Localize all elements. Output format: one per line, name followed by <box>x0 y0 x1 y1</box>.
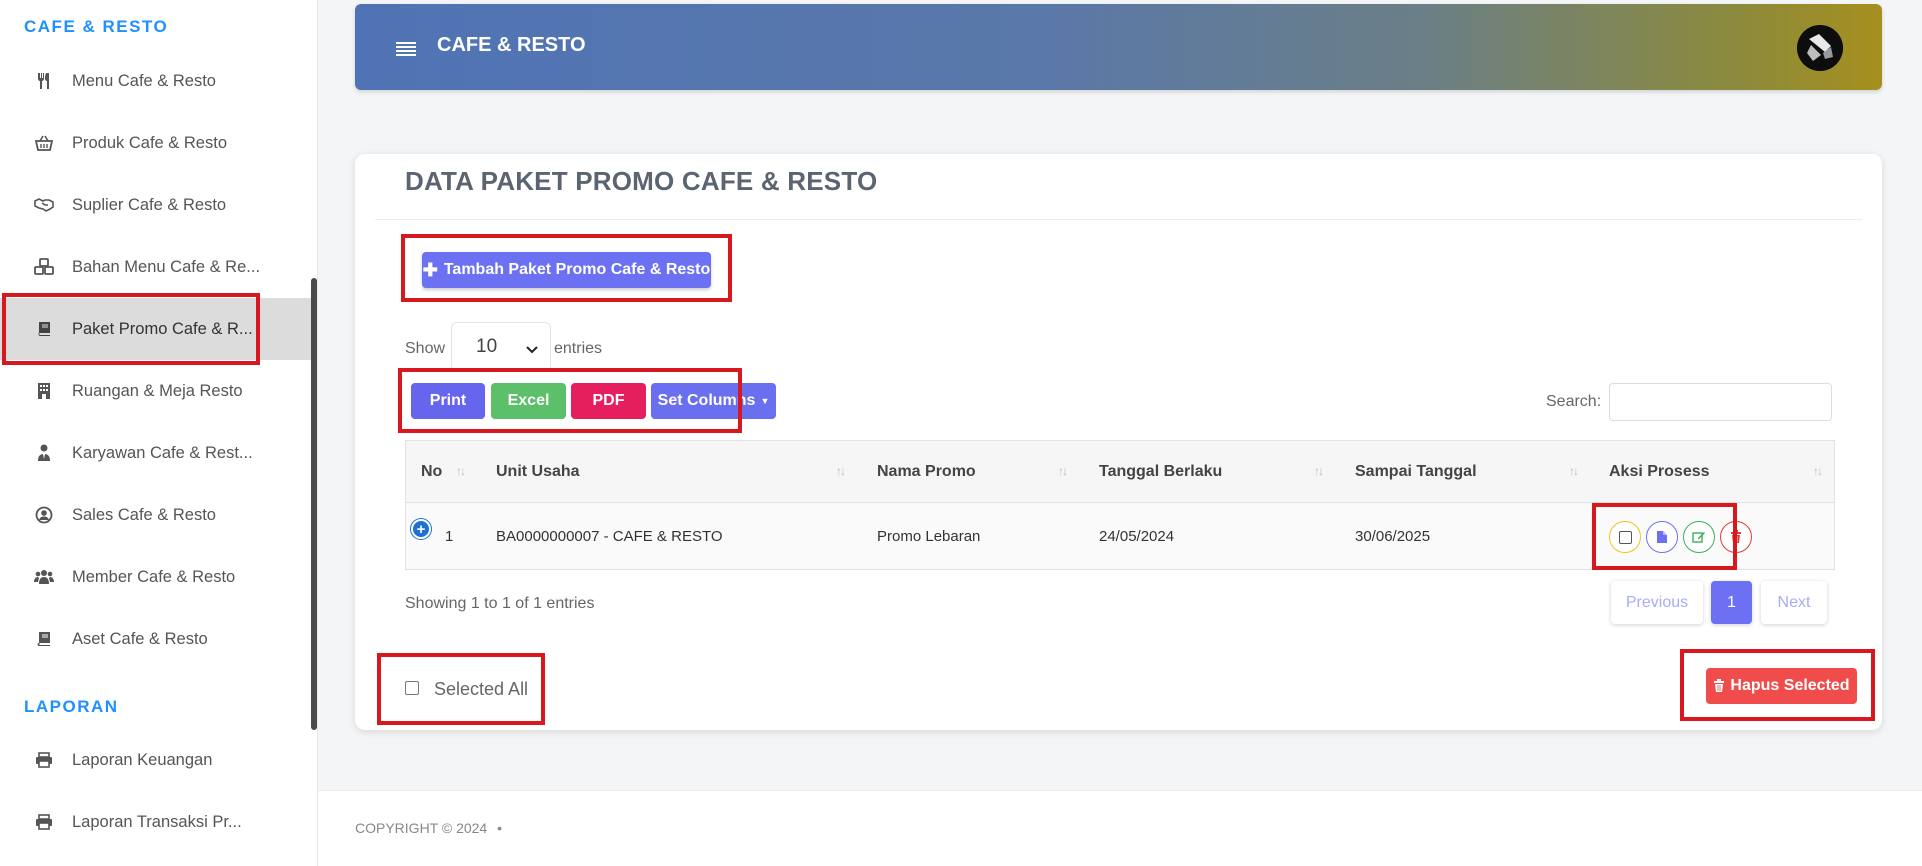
th-no-label: No <box>421 463 443 480</box>
sort-icon: ↑↓ <box>1314 464 1324 478</box>
avatar[interactable] <box>1797 25 1843 71</box>
sidebar-item-label: Aset Cafe & Resto <box>72 629 208 648</box>
th-nama-promo[interactable]: Nama Promo <box>877 441 976 503</box>
th-sampai-tanggal[interactable]: Sampai Tanggal <box>1355 441 1477 503</box>
sidebar-item-label: Suplier Cafe & Resto <box>72 195 227 214</box>
cell-no: 1 <box>445 527 454 545</box>
sort-icon: ↑↓ <box>1813 464 1823 478</box>
sidebar-item-label: Ruangan & Meja Resto <box>72 381 243 400</box>
highlight-box-export <box>398 368 742 433</box>
users-icon <box>34 567 54 587</box>
sidebar-item-suplier[interactable]: Suplier Cafe & Resto <box>0 174 312 236</box>
printer-icon <box>34 812 54 832</box>
search-label: Search: <box>1546 393 1602 410</box>
th-sampai-tanggal-label: Sampai Tanggal <box>1355 463 1477 480</box>
sidebar-item-label: Member Cafe & Resto <box>72 567 236 586</box>
sidebar-section-cafe: CAFE & RESTO <box>24 17 169 36</box>
sidebar-item-produk[interactable]: Produk Cafe & Resto <box>0 112 312 174</box>
sidebar-item-laporan-transaksi[interactable]: Laporan Transaksi Pr... <box>0 791 312 853</box>
th-aksi-prosess[interactable]: Aksi Prosess <box>1609 441 1710 503</box>
sort-icon: ↑↓ <box>1058 464 1068 478</box>
th-no[interactable]: No <box>421 441 442 503</box>
cell-sampai-tanggal: 30/06/2025 <box>1355 527 1431 545</box>
th-nama-promo-label: Nama Promo <box>877 463 976 480</box>
th-aksi-prosess-label: Aksi Prosess <box>1609 463 1710 480</box>
highlight-box-actions <box>1592 503 1737 570</box>
sidebar-scrollbar[interactable] <box>311 278 317 730</box>
highlight-box-add <box>401 234 732 302</box>
utensils-icon <box>34 71 54 91</box>
highlight-box-select-all <box>377 653 545 725</box>
page-title: DATA PAKET PROMO CAFE & RESTO <box>405 166 878 196</box>
building-icon <box>34 381 54 401</box>
header-title: CAFE & RESTO <box>437 34 586 56</box>
sidebar-section-laporan: LAPORAN <box>24 697 119 716</box>
entries-label: entries <box>554 340 603 357</box>
entries-value: 10 <box>476 336 498 357</box>
sidebar-item-aset[interactable]: Aset Cafe & Resto <box>0 608 312 670</box>
show-label: Show <box>405 340 446 357</box>
sidebar-item-label: Karyawan Cafe & Rest... <box>72 443 253 462</box>
main-card: DATA PAKET PROMO CAFE & RESTO ✚ Tambah P… <box>355 154 1882 730</box>
chevron-down-icon <box>526 340 538 362</box>
sort-asc-icon: ↑↓ <box>456 464 466 478</box>
sidebar-item-sales[interactable]: Sales Cafe & Resto <box>0 484 312 546</box>
th-tanggal-berlaku[interactable]: Tanggal Berlaku <box>1099 441 1222 503</box>
table-header: No ↑↓ Unit Usaha ↑↓ Nama Promo ↑↓ Tangga… <box>406 441 1834 503</box>
search-input[interactable] <box>1609 383 1832 421</box>
sidebar-item-label: Laporan Keuangan <box>72 750 213 769</box>
footer-separator: • <box>497 820 503 836</box>
cell-nama-promo: Promo Lebaran <box>877 527 981 545</box>
th-unit-usaha[interactable]: Unit Usaha <box>496 441 580 503</box>
expand-row-icon[interactable]: + <box>411 519 431 539</box>
sidebar-item-bahan[interactable]: Bahan Menu Cafe & Re... <box>0 236 312 298</box>
pagination-page-1[interactable]: 1 <box>1711 581 1752 624</box>
copyright-label: COPYRIGHT © 2024 <box>355 820 488 836</box>
pagination-next[interactable]: Next <box>1761 581 1827 624</box>
top-header: CAFE & RESTO <box>355 4 1882 90</box>
printer-icon <box>34 750 54 770</box>
sidebar-item-label: Sales Cafe & Resto <box>72 505 216 524</box>
caret-down-icon: ▼ <box>760 396 770 406</box>
basket-icon <box>34 133 54 153</box>
sidebar-item-laporan-keuangan[interactable]: Laporan Keuangan <box>0 729 312 791</box>
copyright-text: COPYRIGHT © 2024 • <box>355 820 502 836</box>
pagination-previous[interactable]: Previous <box>1611 581 1703 624</box>
hamburger-menu-icon[interactable] <box>395 40 417 63</box>
th-tanggal-berlaku-label: Tanggal Berlaku <box>1099 463 1223 480</box>
cell-tanggal-berlaku: 24/05/2024 <box>1099 527 1175 545</box>
sidebar-item-karyawan[interactable]: Karyawan Cafe & Rest... <box>0 422 312 484</box>
footer: COPYRIGHT © 2024 • <box>318 790 1922 866</box>
cell-unit-usaha: BA0000000007 - CAFE & RESTO <box>496 527 723 545</box>
th-unit-usaha-label: Unit Usaha <box>496 463 580 480</box>
user-tie-icon <box>34 443 54 463</box>
cubes-icon <box>34 257 54 277</box>
sort-icon: ↑↓ <box>836 464 846 478</box>
highlight-box-sidebar <box>2 293 260 365</box>
sidebar-item-member[interactable]: Member Cafe & Resto <box>0 546 312 608</box>
sort-icon: ↑↓ <box>1569 464 1579 478</box>
highlight-box-hapus <box>1680 649 1875 721</box>
sidebar-item-label: Menu Cafe & Resto <box>72 71 216 90</box>
sidebar-item-label: Produk Cafe & Resto <box>72 133 227 152</box>
user-circle-icon <box>34 505 54 525</box>
sidebar: CAFE & RESTO Menu Cafe & Resto Produk Ca… <box>0 0 318 866</box>
table-info: Showing 1 to 1 of 1 entries <box>405 595 595 612</box>
entries-select[interactable]: 10 <box>451 322 551 372</box>
sidebar-item-label: Bahan Menu Cafe & Re... <box>72 257 261 276</box>
title-divider <box>375 219 1862 220</box>
handshake-icon <box>34 195 54 215</box>
sidebar-item-ruangan[interactable]: Ruangan & Meja Resto <box>0 360 312 422</box>
sidebar-item-label: Laporan Transaksi Pr... <box>72 812 242 831</box>
book-icon <box>34 629 54 649</box>
sidebar-item-menu[interactable]: Menu Cafe & Resto <box>0 50 312 112</box>
